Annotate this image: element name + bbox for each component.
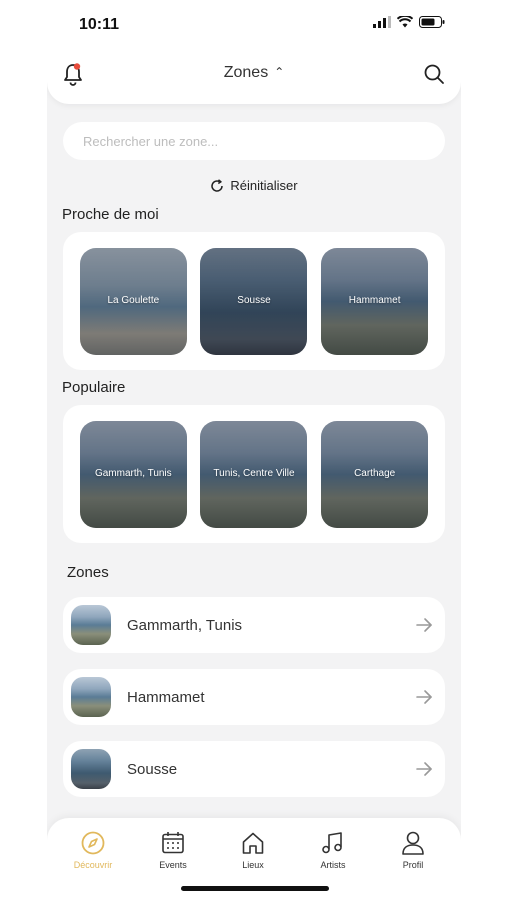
header-title: Zones — [223, 64, 269, 81]
arrow-right-icon — [416, 618, 432, 632]
zone-thumbnail — [71, 749, 111, 789]
arrow-right-icon — [416, 762, 432, 776]
battery-icon — [419, 16, 445, 28]
home-indicator — [181, 886, 329, 891]
tab-profil[interactable]: Profil — [378, 830, 448, 870]
zone-list-item[interactable]: Hammamet — [63, 669, 445, 725]
zone-thumbnail — [71, 677, 111, 717]
tab-label: Artists — [320, 860, 346, 870]
search-icon — [424, 64, 444, 84]
zone-tile-label: Tunis, Centre Ville — [213, 468, 295, 479]
tab-decouvrir[interactable]: Découvrir — [58, 830, 128, 870]
zone-list-label: Hammamet — [127, 688, 205, 706]
tab-events[interactable]: Events — [138, 830, 208, 870]
status-time: 10:11 — [79, 16, 120, 33]
reset-label: Réinitialiser — [230, 178, 298, 193]
music-icon — [322, 832, 342, 854]
app-screen: 10:11 Zones ⌃ Rechercher une zone... Réi… — [47, 0, 461, 900]
calendar-icon — [162, 832, 184, 854]
zone-tile[interactable]: Hammamet — [321, 247, 429, 355]
zone-tile-label: Hammamet — [348, 295, 401, 306]
refresh-icon — [211, 178, 224, 192]
zone-list-label: Sousse — [127, 760, 178, 778]
zone-tile-label: La Goulette — [107, 295, 160, 306]
nearby-zones-row: La Goulette Sousse Hammamet — [63, 232, 445, 370]
tab-label: Découvrir — [73, 860, 113, 870]
popular-section-title: Populaire — [62, 379, 126, 396]
zone-tile[interactable]: Carthage — [321, 420, 429, 528]
header: 10:11 Zones ⌃ — [47, 0, 461, 104]
zone-list-label: Gammarth, Tunis — [127, 616, 243, 634]
nearby-section-title: Proche de moi — [62, 206, 159, 223]
popular-zones-row: Gammarth, Tunis Tunis, Centre Ville Cart… — [63, 405, 445, 543]
tab-label: Events — [159, 860, 187, 870]
zone-list-item[interactable]: Gammarth, Tunis — [63, 597, 445, 653]
reset-button[interactable]: Réinitialiser — [47, 178, 461, 193]
tab-label: Lieux — [242, 860, 264, 870]
zones-dropdown[interactable]: Zones ⌃ — [47, 64, 461, 82]
user-icon — [402, 831, 424, 855]
zone-tile-label: Gammarth, Tunis — [94, 468, 172, 479]
zone-tile-label: Sousse — [237, 295, 271, 306]
zone-tile[interactable]: Tunis, Centre Ville — [200, 420, 308, 528]
zone-search-input[interactable] — [63, 122, 445, 160]
tab-artists[interactable]: Artists — [298, 830, 368, 870]
chevron-up-icon: ⌃ — [274, 65, 285, 79]
arrow-right-icon — [416, 690, 432, 704]
zone-tile[interactable]: La Goulette — [79, 247, 187, 355]
zone-list-item[interactable]: Sousse — [63, 741, 445, 797]
zone-tile-label: Carthage — [354, 468, 396, 479]
status-icons — [373, 16, 445, 28]
tab-label: Profil — [402, 860, 424, 870]
zones-section-title: Zones — [67, 564, 109, 581]
zone-tile[interactable]: Sousse — [200, 247, 308, 355]
signal-icon — [373, 16, 391, 28]
wifi-icon — [397, 16, 413, 28]
zone-thumbnail — [71, 605, 111, 645]
compass-icon — [81, 831, 105, 855]
search-button[interactable] — [423, 63, 445, 85]
tab-lieux[interactable]: Lieux — [218, 830, 288, 870]
home-icon — [242, 832, 264, 854]
zone-tile[interactable]: Gammarth, Tunis — [79, 420, 187, 528]
